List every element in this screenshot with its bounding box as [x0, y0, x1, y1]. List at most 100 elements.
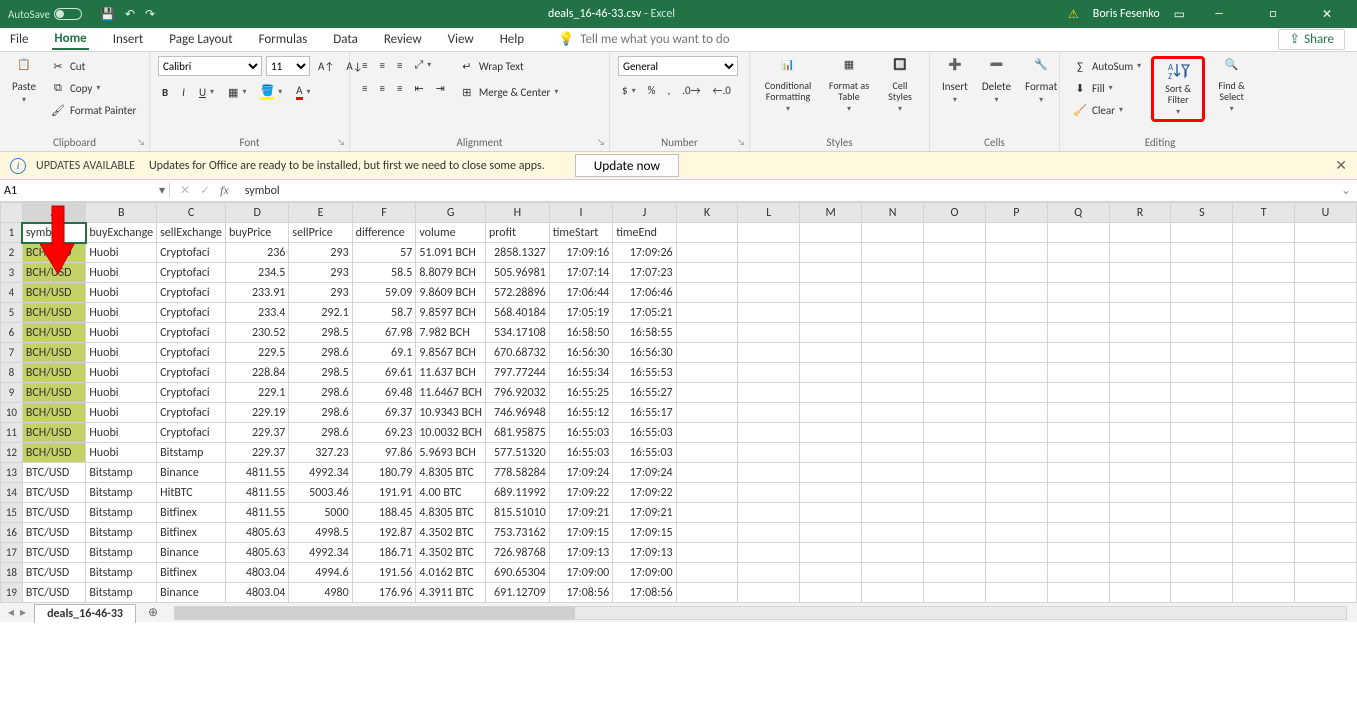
- column-header[interactable]: T: [1233, 203, 1295, 223]
- autosave-toggle[interactable]: AutoSave: [8, 8, 82, 21]
- cell[interactable]: [1109, 263, 1171, 283]
- cell[interactable]: 17:09:24: [549, 463, 613, 483]
- cell[interactable]: [1047, 543, 1109, 563]
- cell[interactable]: profit: [485, 223, 549, 243]
- cell[interactable]: 69.1: [352, 343, 416, 363]
- number-launcher-icon[interactable]: ↘: [737, 137, 745, 148]
- cell[interactable]: 16:55:34: [549, 363, 613, 383]
- cell[interactable]: 229.37: [226, 423, 289, 443]
- cell[interactable]: [985, 263, 1047, 283]
- cell[interactable]: Bitstamp: [86, 543, 157, 563]
- row-header[interactable]: 17: [1, 543, 23, 563]
- cell[interactable]: [1295, 503, 1357, 523]
- cell[interactable]: [676, 263, 738, 283]
- copy-button[interactable]: ⧉Copy▾: [46, 78, 140, 98]
- cell[interactable]: [1047, 523, 1109, 543]
- cell[interactable]: [800, 523, 862, 543]
- cell[interactable]: 17:06:46: [613, 283, 676, 303]
- cell[interactable]: [1171, 563, 1233, 583]
- cell[interactable]: [738, 363, 800, 383]
- tab-page-layout[interactable]: Page Layout: [167, 30, 234, 49]
- cell[interactable]: [676, 223, 738, 243]
- cell[interactable]: 16:55:03: [549, 443, 613, 463]
- cell[interactable]: 292.1: [289, 303, 352, 323]
- name-box-dropdown-icon[interactable]: ▾: [159, 183, 165, 198]
- cell[interactable]: 746.96948: [485, 403, 549, 423]
- update-now-button[interactable]: Update now: [575, 154, 679, 177]
- cell[interactable]: 690.65304: [485, 563, 549, 583]
- cell[interactable]: [1109, 583, 1171, 603]
- cell[interactable]: [800, 223, 862, 243]
- column-header[interactable]: R: [1109, 203, 1171, 223]
- cell[interactable]: 691.12709: [485, 583, 549, 603]
- cell[interactable]: 17:09:13: [549, 543, 613, 563]
- formula-input[interactable]: symbol: [239, 184, 1335, 198]
- fill-button[interactable]: ⬇Fill▾: [1068, 78, 1145, 98]
- row-header[interactable]: 10: [1, 403, 23, 423]
- cell[interactable]: [985, 363, 1047, 383]
- cell[interactable]: 57: [352, 243, 416, 263]
- cell[interactable]: 4.3502 BTC: [416, 523, 486, 543]
- cell[interactable]: 293: [289, 283, 352, 303]
- cell[interactable]: 9.8567 BCH: [416, 343, 486, 363]
- cell[interactable]: 5003.46: [289, 483, 352, 503]
- accounting-format-icon[interactable]: $▾: [618, 82, 640, 99]
- column-header[interactable]: E: [289, 203, 352, 223]
- row-header[interactable]: 6: [1, 323, 23, 343]
- cell[interactable]: [985, 543, 1047, 563]
- infobar-close-icon[interactable]: ✕: [1335, 157, 1347, 174]
- row-header[interactable]: 18: [1, 563, 23, 583]
- cell[interactable]: [1233, 283, 1295, 303]
- cell[interactable]: [1109, 363, 1171, 383]
- cell[interactable]: [800, 403, 862, 423]
- cell[interactable]: 17:09:24: [613, 463, 676, 483]
- cell[interactable]: [1047, 223, 1109, 243]
- row-header[interactable]: 5: [1, 303, 23, 323]
- bold-button[interactable]: B: [158, 84, 172, 101]
- sort-filter-button[interactable]: AZ Sort & Filter▾: [1156, 59, 1200, 119]
- font-name-select[interactable]: Calibri: [158, 56, 262, 76]
- cell[interactable]: [1171, 483, 1233, 503]
- cell[interactable]: [1233, 243, 1295, 263]
- cell[interactable]: [985, 303, 1047, 323]
- cell[interactable]: [800, 543, 862, 563]
- cell[interactable]: 4994.6: [289, 563, 352, 583]
- cell[interactable]: 11.6467 BCH: [416, 383, 486, 403]
- cell[interactable]: volume: [416, 223, 486, 243]
- cell[interactable]: 298.6: [289, 403, 352, 423]
- cell[interactable]: BCH/USD: [22, 423, 86, 443]
- cell[interactable]: [1047, 583, 1109, 603]
- cell[interactable]: [1171, 283, 1233, 303]
- cell[interactable]: 4811.55: [226, 503, 289, 523]
- cell[interactable]: [1233, 543, 1295, 563]
- cell[interactable]: Bitstamp: [86, 463, 157, 483]
- cell[interactable]: timeStart: [549, 223, 613, 243]
- fx-icon[interactable]: fx: [220, 183, 229, 198]
- cell[interactable]: [862, 283, 924, 303]
- cell[interactable]: [924, 503, 986, 523]
- cell[interactable]: [1171, 263, 1233, 283]
- cell[interactable]: [1109, 323, 1171, 343]
- cell[interactable]: 689.11992: [485, 483, 549, 503]
- cell[interactable]: 16:55:17: [613, 403, 676, 423]
- cell[interactable]: Bitfinex: [157, 563, 226, 583]
- cell[interactable]: 17:09:15: [549, 523, 613, 543]
- cell[interactable]: [924, 463, 986, 483]
- cell[interactable]: 69.23: [352, 423, 416, 443]
- share-button[interactable]: ⇪ Share: [1278, 29, 1345, 50]
- cell[interactable]: [676, 483, 738, 503]
- cell[interactable]: [1171, 463, 1233, 483]
- cell[interactable]: [800, 243, 862, 263]
- cell[interactable]: [1047, 483, 1109, 503]
- cell[interactable]: [738, 403, 800, 423]
- cell[interactable]: [1233, 363, 1295, 383]
- tab-insert[interactable]: Insert: [111, 30, 146, 49]
- cell[interactable]: 59.09: [352, 283, 416, 303]
- cell[interactable]: [1295, 323, 1357, 343]
- cell[interactable]: 298.6: [289, 383, 352, 403]
- cell[interactable]: [800, 283, 862, 303]
- cell[interactable]: 4803.04: [226, 563, 289, 583]
- cell[interactable]: BTC/USD: [22, 483, 86, 503]
- cell[interactable]: BCH/USD: [22, 343, 86, 363]
- cell[interactable]: Huobi: [86, 263, 157, 283]
